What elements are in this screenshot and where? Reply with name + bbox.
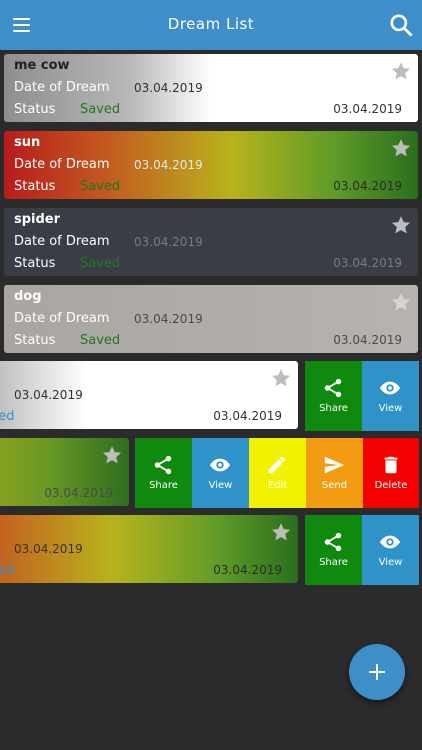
send-button[interactable]: Send	[306, 438, 363, 508]
page-title: Dream List	[167, 15, 255, 33]
add-dream-button[interactable]	[349, 644, 405, 700]
dream-name: spider	[14, 212, 61, 227]
delete-label: Delete	[374, 480, 408, 491]
star-icon[interactable]	[270, 521, 292, 543]
star-icon[interactable]	[390, 291, 412, 313]
status-label: Status	[14, 102, 56, 117]
share-label: Share	[319, 403, 348, 414]
dream-date: 03.04.2019	[134, 235, 203, 249]
eye-icon	[209, 458, 231, 472]
share-button[interactable]: Share	[135, 438, 192, 508]
view-label: View	[208, 480, 233, 491]
share-icon	[324, 378, 342, 398]
star-icon[interactable]	[270, 367, 292, 389]
dream-card[interactable]: 03.04.2019	[0, 438, 129, 506]
edit-button[interactable]: Edit	[249, 438, 306, 508]
share-label: Share	[149, 480, 178, 491]
date-label: Date of Dream	[14, 80, 110, 95]
share-label: Share	[319, 557, 348, 568]
star-icon[interactable]	[101, 444, 123, 466]
status-value: Saved	[80, 179, 121, 194]
dream-card[interactable]: sun Date of Dream 03.04.2019 Status Save…	[4, 131, 418, 199]
send-label: Send	[321, 480, 348, 491]
dream-date-secondary: 03.04.2019	[333, 333, 402, 347]
delete-button[interactable]: Delete	[363, 438, 419, 508]
eye-icon	[379, 381, 401, 395]
dream-name: me cow	[14, 58, 70, 73]
status-value: Saved	[80, 333, 121, 348]
status-label: Status	[14, 333, 56, 348]
dream-date-secondary: 03.04.2019	[333, 102, 402, 116]
dream-card[interactable]: me cow Date of Dream 03.04.2019 Status S…	[4, 54, 418, 122]
share-button[interactable]: Share	[305, 515, 362, 585]
dream-date: 03.04.2019	[14, 542, 83, 556]
dream-date-secondary: 03.04.2019	[44, 486, 113, 500]
dream-date-secondary: 03.04.2019	[213, 563, 282, 577]
dream-date-secondary: 03.04.2019	[333, 179, 402, 193]
date-label: Date of Dream	[14, 157, 110, 172]
status-value: Saved	[80, 102, 121, 117]
dream-card[interactable]: 03.04.2019 tted 03.04.2019	[0, 515, 298, 583]
dream-card[interactable]: spider Date of Dream 03.04.2019 Status S…	[4, 208, 418, 276]
dream-card[interactable]: dog Date of Dream 03.04.2019 Status Save…	[4, 285, 418, 353]
edit-label: Edit	[267, 480, 288, 491]
star-icon[interactable]	[390, 214, 412, 236]
date-label: Date of Dream	[14, 234, 110, 249]
dream-card[interactable]: 03.04.2019 tted 03.04.2019	[0, 361, 298, 429]
dream-date-secondary: 03.04.2019	[333, 256, 402, 270]
status-label: Status	[14, 256, 56, 271]
dream-date: 03.04.2019	[14, 388, 83, 402]
status-value: Saved	[80, 256, 121, 271]
add-icon	[369, 664, 385, 680]
date-label: Date of Dream	[14, 311, 110, 326]
share-button[interactable]: Share	[305, 361, 362, 431]
pencil-icon	[268, 456, 286, 474]
eye-icon	[379, 535, 401, 549]
view-button[interactable]: View	[192, 438, 249, 508]
dream-name: dog	[14, 289, 42, 304]
dream-date: 03.04.2019	[134, 158, 203, 172]
status-label: Status	[14, 179, 56, 194]
dream-date: 03.04.2019	[134, 81, 203, 95]
dream-date: 03.04.2019	[134, 312, 203, 326]
star-icon[interactable]	[390, 137, 412, 159]
status-value: tted	[0, 409, 15, 424]
search-icon[interactable]	[388, 12, 414, 38]
status-value: tted	[0, 563, 15, 578]
star-icon[interactable]	[390, 60, 412, 82]
dream-name: sun	[14, 135, 41, 150]
send-icon	[324, 456, 345, 474]
trash-icon	[384, 456, 398, 474]
view-button[interactable]: View	[362, 361, 419, 431]
share-icon	[324, 532, 342, 552]
app-bar: Dream List	[0, 0, 422, 50]
dream-date-secondary: 03.04.2019	[213, 409, 282, 423]
view-button[interactable]: View	[362, 515, 419, 585]
view-label: View	[378, 557, 403, 568]
share-icon	[154, 455, 172, 475]
view-label: View	[378, 403, 403, 414]
